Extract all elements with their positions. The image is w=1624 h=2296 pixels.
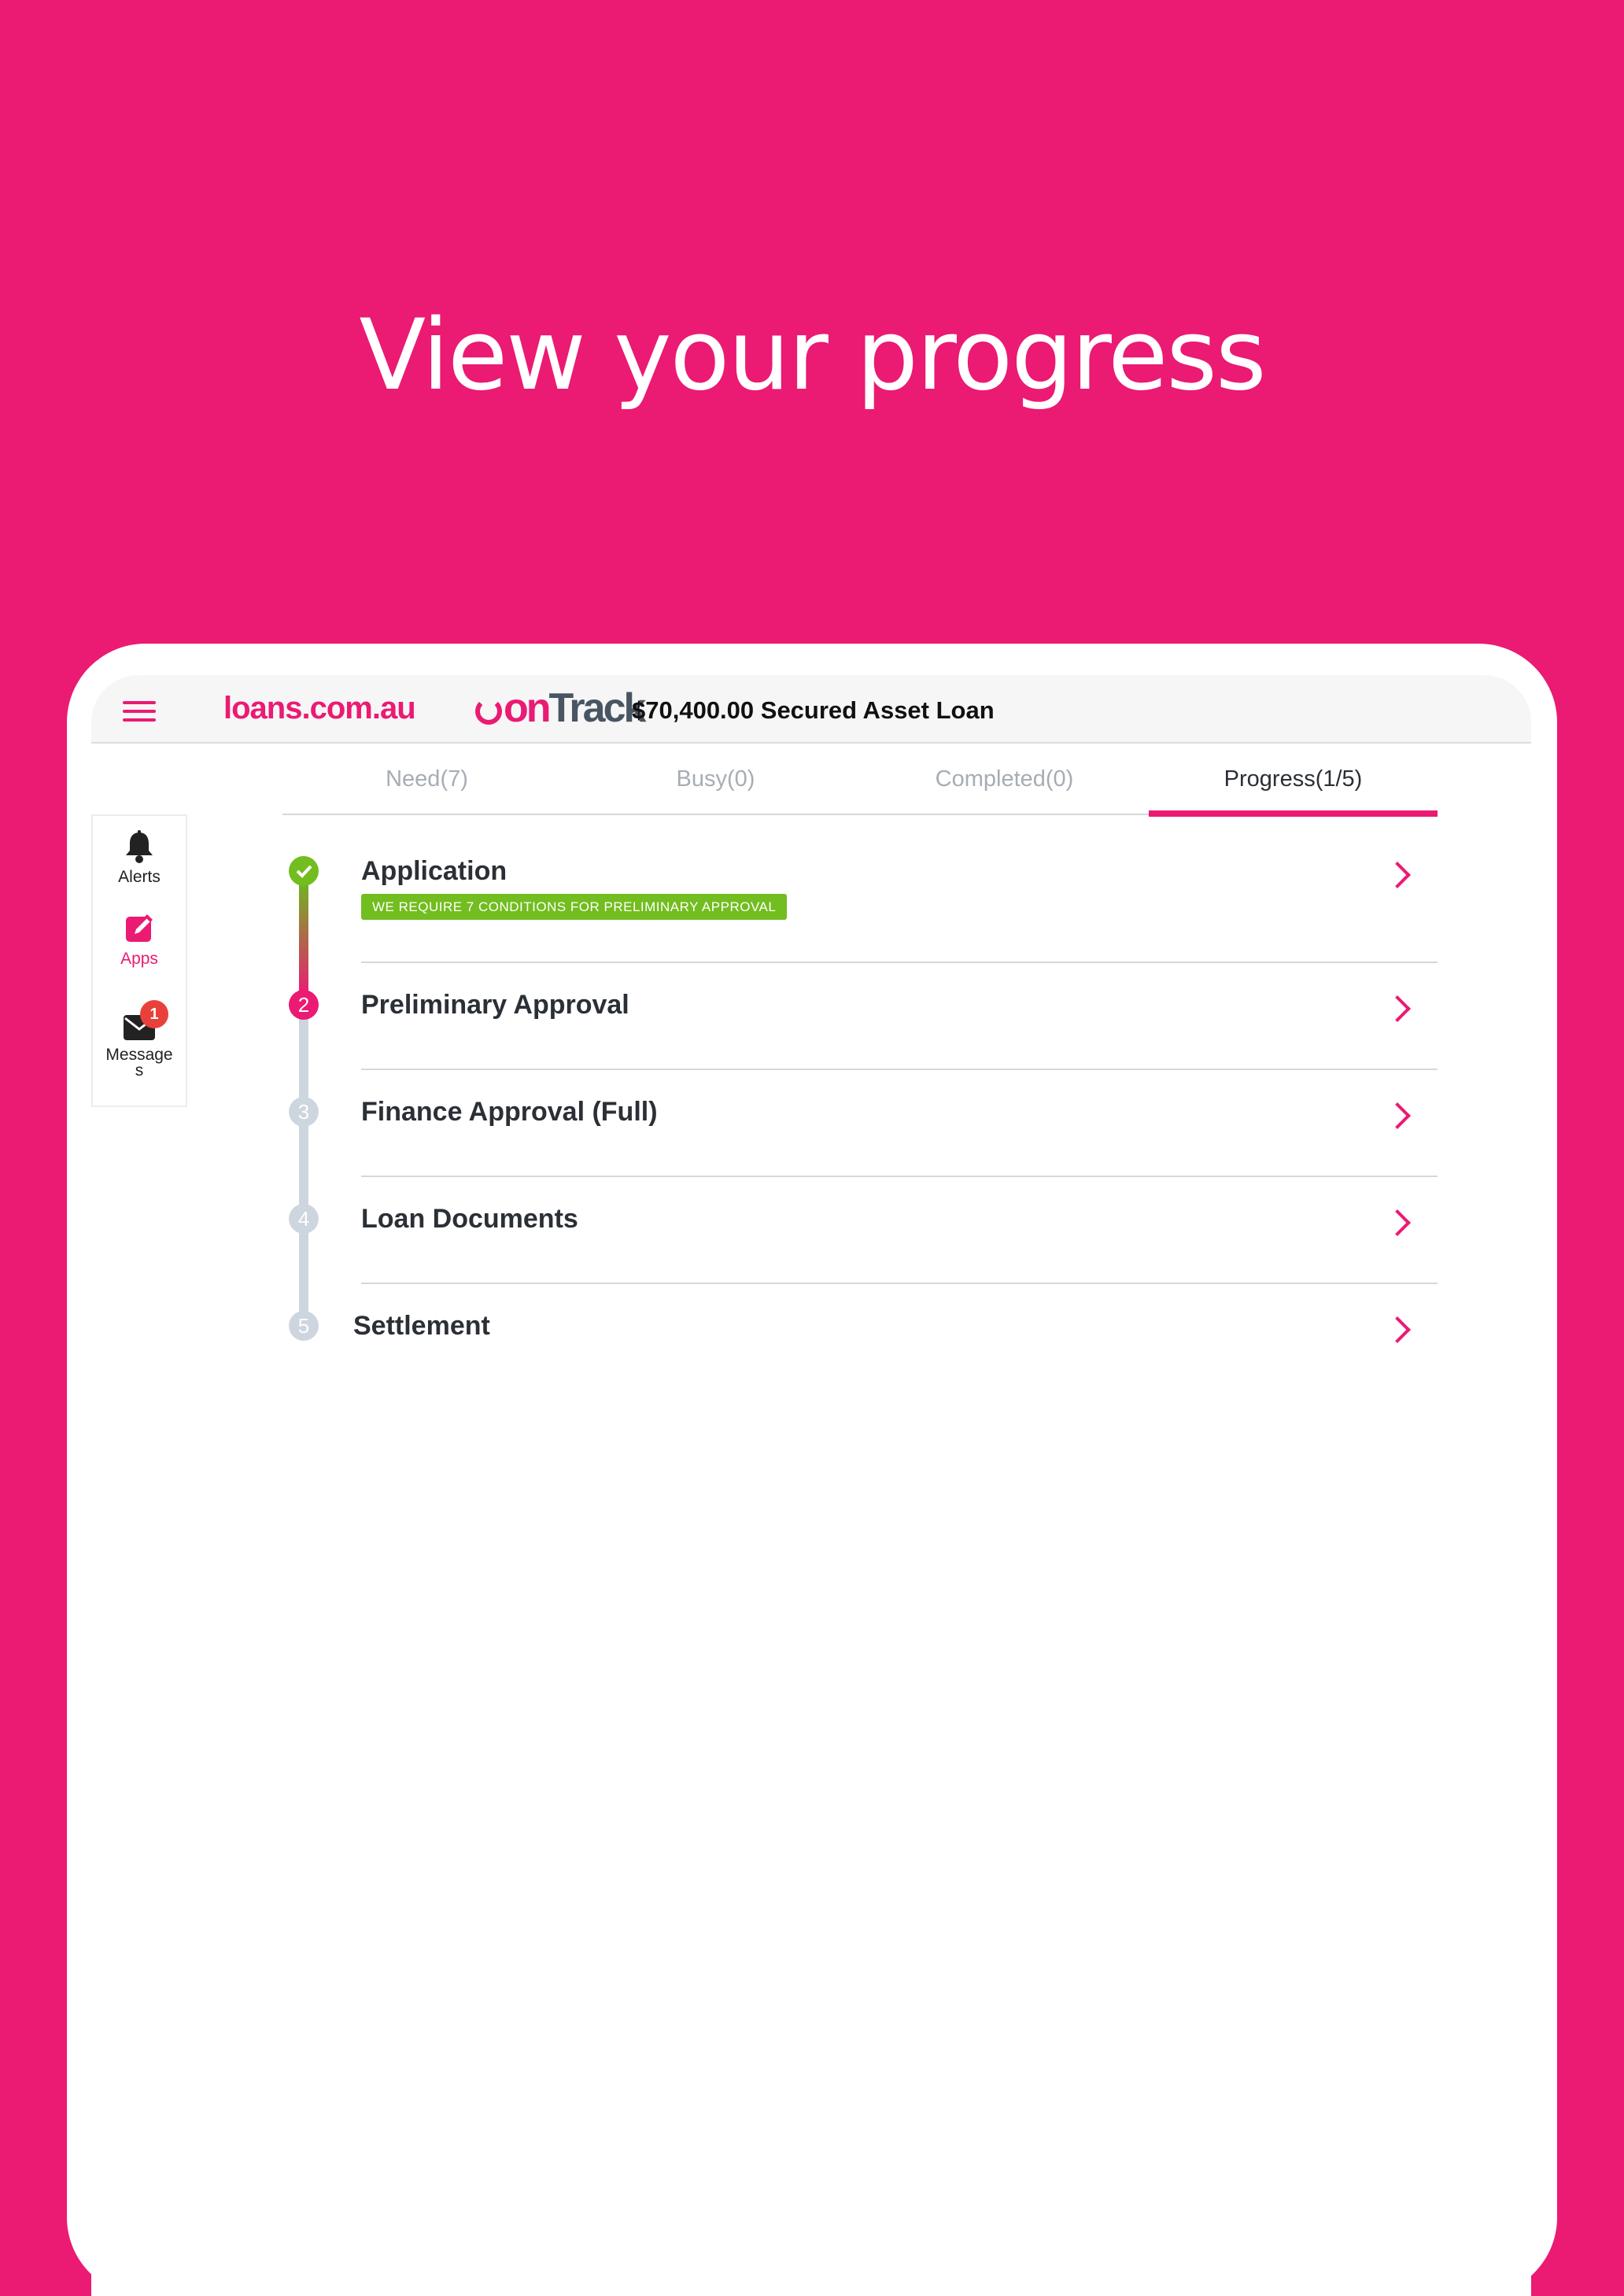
tab-need[interactable]: Need(7) <box>282 763 571 815</box>
chevron-right-icon <box>1384 1102 1411 1129</box>
loan-title: $70,400.00 Secured Asset Loan <box>632 696 995 724</box>
divider <box>361 1176 1438 1177</box>
message-count-badge: 1 <box>140 1000 168 1028</box>
step-name: Loan Documents <box>361 1204 578 1234</box>
device-frame: loans.com.au on Track $70,400.00 Secured… <box>67 644 1557 2296</box>
divider <box>361 1283 1438 1284</box>
nav-item-alerts[interactable]: Alerts <box>93 830 186 887</box>
tab-busy[interactable]: Busy(0) <box>571 763 860 815</box>
step-connector-done <box>299 878 308 996</box>
step-number: 3 <box>289 1097 319 1127</box>
chevron-right-icon <box>1384 1316 1411 1343</box>
step-name: Finance Approval (Full) <box>361 1097 658 1127</box>
check-icon <box>289 856 319 886</box>
step-name: Preliminary Approval <box>361 990 629 1020</box>
edit-icon <box>126 914 153 942</box>
tab-completed[interactable]: Completed(0) <box>860 763 1149 815</box>
divider <box>361 1069 1438 1070</box>
ontrack-logo-on: on <box>504 685 552 731</box>
brand-logo: loans.com.au <box>223 691 416 725</box>
nav-label-messages: Message s <box>105 1046 173 1080</box>
side-nav: Alerts Apps 1 Message s <box>91 814 187 1107</box>
app-screen: loans.com.au on Track $70,400.00 Secured… <box>91 675 1531 2296</box>
divider <box>361 962 1438 963</box>
nav-item-messages[interactable]: 1 Message s <box>93 1000 186 1080</box>
nav-item-apps[interactable]: Apps <box>93 912 186 969</box>
tab-bar: Need(7) Busy(0) Completed(0) Progress(1/… <box>282 763 1438 817</box>
nav-label-apps: Apps <box>120 950 158 968</box>
headline: View your progress <box>359 299 1266 412</box>
chevron-right-icon <box>1384 995 1411 1022</box>
bell-icon <box>126 830 153 863</box>
step-connector-pending <box>299 996 308 1333</box>
top-bar: loans.com.au on Track $70,400.00 Secured… <box>91 675 1531 744</box>
step-number: 4 <box>289 1204 319 1234</box>
step-number: 2 <box>289 990 319 1020</box>
conditions-badge: WE REQUIRE 7 CONDITIONS FOR PRELIMINARY … <box>361 894 788 920</box>
timer-icon <box>475 698 502 725</box>
step-name: Application <box>361 856 507 886</box>
chevron-right-icon <box>1384 862 1411 888</box>
nav-label-alerts: Alerts <box>118 868 161 886</box>
chevron-right-icon <box>1384 1209 1411 1236</box>
ontrack-logo-track: Track <box>548 685 647 731</box>
menu-icon[interactable] <box>123 701 156 722</box>
step-name: Settlement <box>353 1311 490 1341</box>
tab-progress[interactable]: Progress(1/5) <box>1149 763 1438 817</box>
ontrack-logo: on Track <box>475 685 647 731</box>
step-number: 5 <box>289 1311 319 1341</box>
